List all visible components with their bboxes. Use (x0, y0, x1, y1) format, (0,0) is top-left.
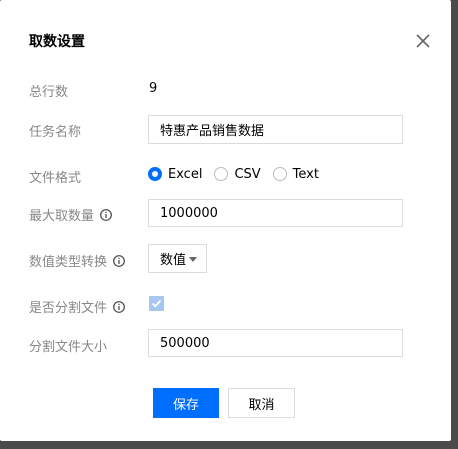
file-format-label-text: 文件格式 (29, 171, 82, 186)
task-name-input[interactable]: 特惠产品销售数据 (148, 115, 403, 144)
info-icon[interactable] (100, 208, 112, 221)
split-size-input[interactable]: 500000 (148, 329, 403, 357)
task-name-label: 任务名称 (29, 121, 81, 140)
radio-excel-circle[interactable] (148, 167, 162, 181)
data-type-conversion-label-text: 数值类型转换 (29, 255, 108, 270)
max-count-label: 最大取数量 (29, 205, 112, 224)
file-format-radio-group: Excel CSV Text (148, 165, 331, 183)
check-icon (151, 299, 162, 308)
radio-text-label: Text (292, 166, 319, 182)
close-icon[interactable] (413, 31, 433, 51)
max-count-label-text: 最大取数量 (29, 209, 95, 224)
total-rows-label: 总行数 (29, 81, 68, 100)
chevron-down-icon (189, 257, 197, 262)
total-rows-label-text: 总行数 (29, 85, 69, 100)
max-count-input[interactable]: 1000000 (148, 199, 403, 227)
info-icon[interactable] (113, 300, 125, 313)
radio-csv[interactable]: CSV (214, 166, 261, 182)
split-size-label: 分割文件大小 (29, 336, 107, 355)
file-format-label: 文件格式 (29, 167, 81, 186)
cancel-button[interactable]: 取消 (228, 388, 295, 418)
split-size-label-text: 分割文件大小 (29, 340, 108, 355)
data-type-select-value: 数值 (160, 253, 187, 268)
radio-text[interactable]: Text (272, 166, 319, 182)
split-file-label-text: 是否分割文件 (29, 301, 108, 316)
dialog-title: 取数设置 (29, 34, 85, 50)
radio-excel[interactable]: Excel (148, 167, 202, 182)
task-name-label-text: 任务名称 (29, 125, 82, 140)
settings-dialog: 取数设置 总行数 9 任务名称 特惠产品销售数据 文件格式 Excel CSV … (0, 0, 451, 441)
radio-excel-label: Excel (168, 166, 203, 182)
data-type-conversion-label: 数值类型转换 (29, 251, 125, 270)
info-icon[interactable] (113, 254, 125, 267)
radio-csv-label: CSV (234, 166, 261, 182)
split-file-checkbox[interactable] (149, 296, 164, 311)
save-button[interactable]: 保存 (153, 388, 219, 418)
split-file-label: 是否分割文件 (29, 297, 125, 316)
data-type-select[interactable]: 数值 (148, 244, 207, 273)
radio-text-circle[interactable] (272, 167, 287, 181)
radio-csv-circle[interactable] (214, 167, 229, 181)
total-rows-value: 9 (149, 81, 158, 96)
